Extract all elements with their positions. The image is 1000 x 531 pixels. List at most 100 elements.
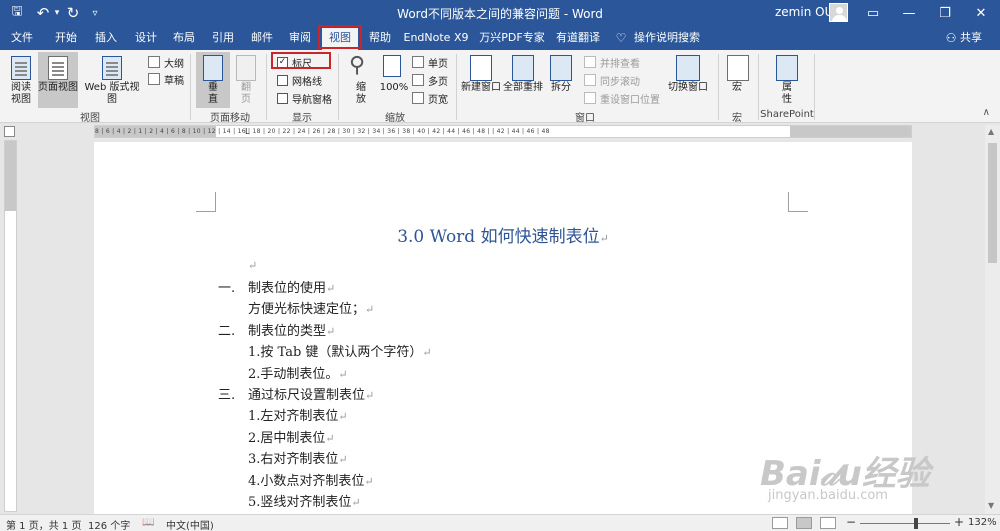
draft-button[interactable]: 草稿 bbox=[148, 71, 184, 87]
zoom-out-button[interactable]: − bbox=[846, 515, 856, 529]
switch-windows-icon bbox=[676, 55, 700, 81]
tab-file[interactable]: 文件 bbox=[4, 26, 40, 50]
document-list-item[interactable]: 5.竖线对齐制表位↵ bbox=[248, 491, 361, 510]
new-window-button[interactable]: 新建窗口 bbox=[460, 82, 502, 94]
avatar[interactable] bbox=[829, 3, 848, 22]
ribbon-display-options-icon[interactable]: ▭ bbox=[855, 0, 891, 26]
undo-icon[interactable]: ↶ bbox=[34, 0, 52, 26]
scroll-down-icon[interactable]: ▼ bbox=[988, 501, 994, 510]
document-list-item[interactable]: 3.右对齐制表位↵ bbox=[248, 448, 348, 467]
outline-button[interactable]: 大纲 bbox=[148, 54, 184, 70]
hundred-percent-button[interactable]: 100% bbox=[378, 82, 410, 94]
tab-help[interactable]: 帮助 bbox=[362, 26, 398, 50]
tab-selector[interactable] bbox=[4, 126, 15, 137]
read-mode-button[interactable]: 阅读 视图 bbox=[4, 82, 38, 106]
document-list-item[interactable]: 三. 通过标尺设置制表位↵ bbox=[218, 384, 374, 403]
left-tab-marker[interactable]: L bbox=[245, 127, 249, 136]
group-label-macros: 宏 bbox=[732, 113, 742, 124]
zoom-slider[interactable] bbox=[860, 523, 950, 524]
properties-icon bbox=[776, 55, 798, 81]
print-layout-button[interactable]: 页面视图 bbox=[38, 82, 78, 94]
scroll-thumb[interactable] bbox=[988, 143, 997, 263]
document-list-item[interactable]: 二. 制表位的类型↵ bbox=[218, 320, 335, 339]
ruler-checkbox-highlight bbox=[271, 52, 331, 69]
switch-windows-button[interactable]: 切换窗口 bbox=[664, 82, 712, 94]
document-heading[interactable]: 3.0 Word 如何快速制表位↵ bbox=[94, 222, 912, 247]
macros-button[interactable]: 宏 bbox=[722, 82, 752, 94]
synchronous-scrolling-button[interactable]: 同步滚动 bbox=[584, 72, 640, 88]
draft-icon bbox=[148, 73, 160, 85]
tab-references[interactable]: 引用 bbox=[205, 26, 241, 50]
user-name[interactable]: zemin OU bbox=[775, 5, 833, 19]
page-width-button[interactable]: 页宽 bbox=[412, 90, 448, 106]
print-layout-icon bbox=[48, 56, 68, 80]
share-button[interactable]: 共享 bbox=[960, 26, 990, 50]
tell-me-search[interactable]: 操作说明搜索 bbox=[634, 26, 704, 50]
list-text: 1.按 Tab 键（默认两个字符） bbox=[248, 345, 423, 361]
lightbulb-icon: ♡ bbox=[615, 31, 627, 45]
document-list-item[interactable]: 2.居中制表位↵ bbox=[248, 427, 335, 446]
scroll-up-icon[interactable]: ▲ bbox=[988, 127, 994, 136]
new-window-icon bbox=[470, 55, 492, 81]
undo-dropdown-icon[interactable]: ▾ bbox=[52, 0, 62, 26]
tab-design[interactable]: 设计 bbox=[128, 26, 164, 50]
navigation-pane-checkbox[interactable]: 导航窗格 bbox=[277, 90, 332, 106]
minimize-button[interactable]: — bbox=[891, 0, 927, 26]
horizontal-ruler[interactable]: 8 | 6 | 4 | 2 | 1 | 2 | 4 | 6 | 8 | 10 |… bbox=[94, 125, 912, 138]
tab-wanxing-pdf[interactable]: 万兴PDF专家 bbox=[476, 26, 548, 50]
empty-paragraph[interactable]: ↵ bbox=[248, 258, 257, 273]
customize-toolbar-icon[interactable]: ▿ bbox=[88, 0, 102, 26]
zoom-in-button[interactable]: + bbox=[954, 515, 964, 529]
tab-insert[interactable]: 插入 bbox=[88, 26, 124, 50]
restore-button[interactable]: ❐ bbox=[927, 0, 963, 26]
document-list-item[interactable]: 2.手动制表位。↵ bbox=[248, 363, 348, 382]
vertical-button[interactable]: 垂 直 bbox=[196, 82, 230, 106]
vertical-ruler[interactable] bbox=[4, 140, 17, 512]
tab-layout[interactable]: 布局 bbox=[166, 26, 202, 50]
multiple-pages-button[interactable]: 多页 bbox=[412, 72, 448, 88]
redo-icon[interactable]: ↻ bbox=[64, 0, 82, 26]
close-button[interactable]: ✕ bbox=[963, 0, 999, 26]
paragraph-mark: ↵ bbox=[365, 389, 375, 402]
tab-endnote[interactable]: EndNote X9 bbox=[402, 26, 470, 50]
zoom-level[interactable]: 132% bbox=[968, 517, 997, 528]
collapse-ribbon-icon[interactable]: ∧ bbox=[983, 107, 990, 118]
document-list-item[interactable]: 1.左对齐制表位↵ bbox=[248, 405, 348, 424]
tab-home[interactable]: 开始 bbox=[48, 26, 84, 50]
page-count[interactable]: 第 1 页，共 1 页 bbox=[6, 517, 81, 531]
tab-youdao[interactable]: 有道翻译 bbox=[552, 26, 604, 50]
gridlines-checkbox[interactable]: 网格线 bbox=[277, 72, 322, 88]
group-label-page-movement: 页面移动 bbox=[210, 113, 250, 124]
document-page[interactable]: 3.0 Word 如何快速制表位↵ ↵ 一. 制表位的使用↵ 方便光标快速定位；↵ 二… bbox=[94, 142, 912, 514]
web-layout-button[interactable]: Web 版式视图 bbox=[80, 82, 144, 106]
properties-button[interactable]: 属 性 bbox=[770, 82, 804, 106]
reset-window-position-button[interactable]: 重设窗口位置 bbox=[584, 90, 660, 106]
side-to-side-button[interactable]: 翻 页 bbox=[230, 82, 262, 106]
document-list-item[interactable]: 一. 制表位的使用↵ bbox=[218, 277, 335, 296]
list-text: 4.小数点对齐制表位 bbox=[248, 473, 365, 489]
print-layout-view-button[interactable] bbox=[796, 517, 812, 529]
ribbon: 阅读 视图 页面视图 Web 版式视图 大纲 草稿 视图 垂 直 翻 页 页面移… bbox=[0, 50, 1000, 124]
zoom-slider-thumb[interactable] bbox=[913, 518, 918, 529]
view-side-by-side-button[interactable]: 并排查看 bbox=[584, 54, 640, 70]
proofing-icon[interactable]: 📖 bbox=[142, 517, 154, 528]
tab-review[interactable]: 审阅 bbox=[282, 26, 318, 50]
save-icon[interactable]: 🖫 bbox=[6, 0, 28, 26]
read-mode-view-button[interactable] bbox=[772, 517, 788, 529]
word-count[interactable]: 126 个字 bbox=[88, 517, 130, 531]
arrange-all-button[interactable]: 全部重排 bbox=[502, 82, 544, 94]
one-page-button[interactable]: 单页 bbox=[412, 54, 448, 70]
language-indicator[interactable]: 中文(中国) bbox=[166, 517, 214, 531]
vertical-scrollbar[interactable]: ▲ ▼ bbox=[985, 125, 1000, 515]
tab-mailings[interactable]: 邮件 bbox=[244, 26, 280, 50]
split-button[interactable]: 拆分 bbox=[546, 82, 576, 94]
list-text: 1.左对齐制表位 bbox=[248, 409, 339, 425]
document-list-item[interactable]: 方便光标快速定位；↵ bbox=[248, 298, 374, 317]
web-layout-view-button[interactable] bbox=[820, 517, 836, 529]
group-separator bbox=[758, 54, 759, 120]
document-list-item[interactable]: 4.小数点对齐制表位↵ bbox=[248, 470, 374, 489]
paragraph-mark: ↵ bbox=[351, 496, 361, 509]
zoom-button[interactable]: 缩 放 bbox=[346, 82, 376, 106]
document-list-item[interactable]: 1.按 Tab 键（默认两个字符）↵ bbox=[248, 341, 432, 360]
list-text: 制表位的使用 bbox=[248, 281, 327, 296]
